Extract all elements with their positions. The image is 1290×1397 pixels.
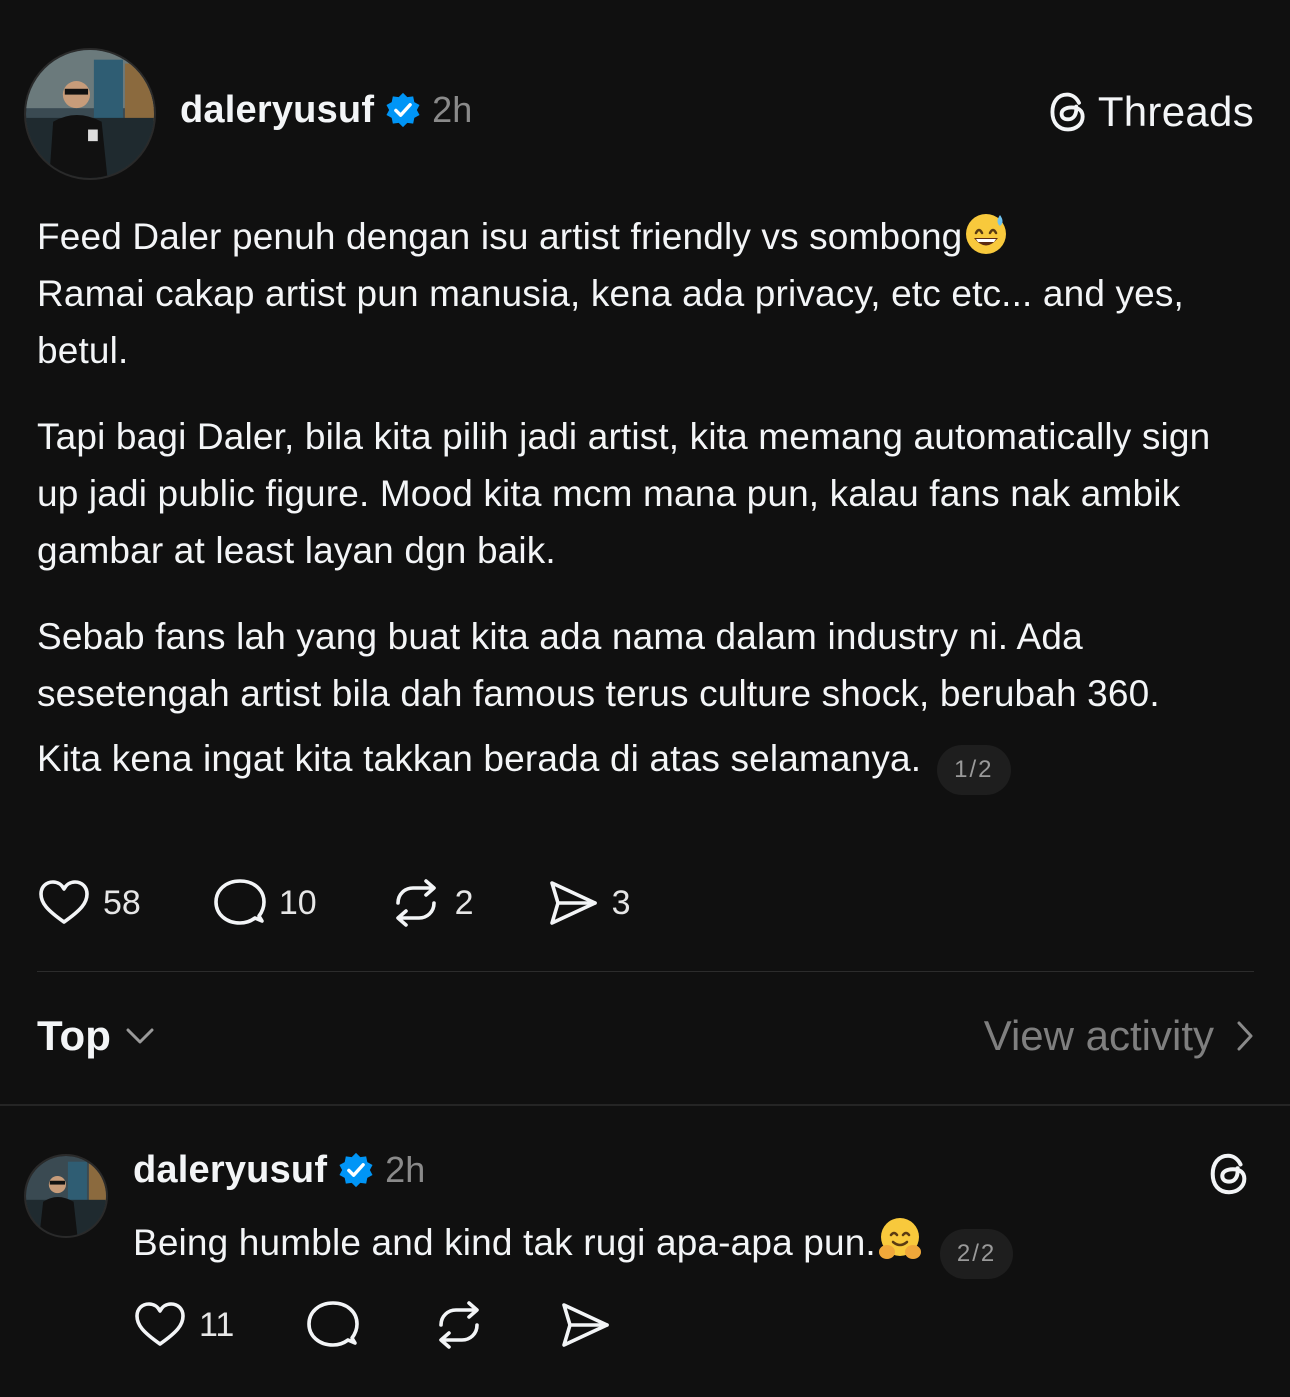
reply-text-line: Being humble and kind tak rugi apa-apa p… [133, 1214, 1253, 1279]
reply-count: 10 [278, 883, 317, 922]
reply-header: daleryusuf 2h [133, 1146, 425, 1194]
divider [37, 971, 1254, 972]
verified-badge-icon [339, 1152, 373, 1188]
share-count: 3 [611, 883, 631, 922]
repost-button[interactable]: 2 [389, 876, 474, 930]
reply-username[interactable]: daleryusuf [133, 1149, 327, 1192]
chevron-right-icon [1237, 1021, 1253, 1051]
post-header: daleryusuf 2h [180, 86, 472, 134]
hugging-face-emoji-icon [878, 1218, 921, 1259]
post-para-3: Sebab fans lah yang buat kita ada nama d… [37, 616, 1160, 714]
view-activity-label: View activity [983, 1012, 1214, 1059]
heart-icon [39, 880, 89, 924]
reply-actions: 11 [133, 1298, 612, 1352]
share-icon [549, 881, 597, 925]
repost-icon [439, 1301, 480, 1349]
comment-icon [307, 1301, 360, 1347]
reply-like-button[interactable]: 11 [133, 1298, 234, 1352]
section-separator [0, 1104, 1290, 1106]
post-actions: 58 10 2 3 [37, 876, 631, 930]
threads-brand-label: Threads [1097, 88, 1254, 135]
view-activity-link[interactable]: View activity [984, 1012, 1254, 1060]
reply-repost-button[interactable] [432, 1298, 486, 1352]
reply-button[interactable]: 10 [213, 876, 317, 930]
grinning-sweat-emoji-icon [966, 214, 1007, 254]
sort-dropdown[interactable]: Top [37, 1012, 155, 1060]
post-para-2: Tapi bagi Daler, bila kita pilih jadi ar… [37, 416, 1211, 571]
comment-icon [214, 879, 266, 925]
reply-text: Being humble and kind tak rugi apa-apa p… [133, 1222, 876, 1263]
like-count: 58 [103, 883, 141, 922]
username[interactable]: daleryusuf [180, 89, 374, 132]
avatar[interactable] [24, 48, 156, 180]
post-line-1: Feed Daler penuh dengan isu artist frien… [37, 208, 1262, 265]
reply-avatar[interactable] [24, 1154, 108, 1238]
heart-icon [135, 1302, 185, 1346]
reply-share-button[interactable] [558, 1298, 612, 1352]
reply-comment-button[interactable] [306, 1298, 360, 1352]
page-badge: 1/2 [937, 745, 1011, 795]
post-line-1-text: Feed Daler penuh dengan isu artist frien… [37, 216, 963, 257]
post-para-4-text: Kita kena ingat kita takkan berada di at… [37, 738, 922, 779]
share-button[interactable]: 3 [546, 876, 631, 930]
chevron-down-icon [126, 1028, 154, 1044]
post-time: 2h [432, 89, 473, 130]
main-post: daleryusuf 2h Threads Feed Daler penuh d… [0, 0, 1290, 1105]
threads-logo-icon[interactable] [1206, 1150, 1252, 1198]
repost-count: 2 [454, 883, 474, 922]
share-icon [562, 1303, 610, 1347]
post-para-4: Kita kena ingat kita takkan berada di at… [37, 730, 1262, 795]
repost-icon [395, 879, 436, 927]
verified-badge-icon [386, 92, 420, 128]
sort-label: Top [37, 1012, 111, 1059]
reply-page-badge: 2/2 [939, 1229, 1014, 1279]
threads-brand[interactable]: Threads [1046, 86, 1254, 138]
reply-time: 2h [385, 1149, 426, 1190]
threads-logo-icon [1050, 92, 1085, 132]
post-body: Feed Daler penuh dengan isu artist frien… [37, 208, 1262, 795]
reply-body: Being humble and kind tak rugi apa-apa p… [133, 1214, 1253, 1279]
post-line-2: Ramai cakap artist pun manusia, kena ada… [37, 273, 1184, 371]
reply-like-count: 11 [199, 1305, 235, 1344]
like-button[interactable]: 58 [37, 876, 141, 930]
